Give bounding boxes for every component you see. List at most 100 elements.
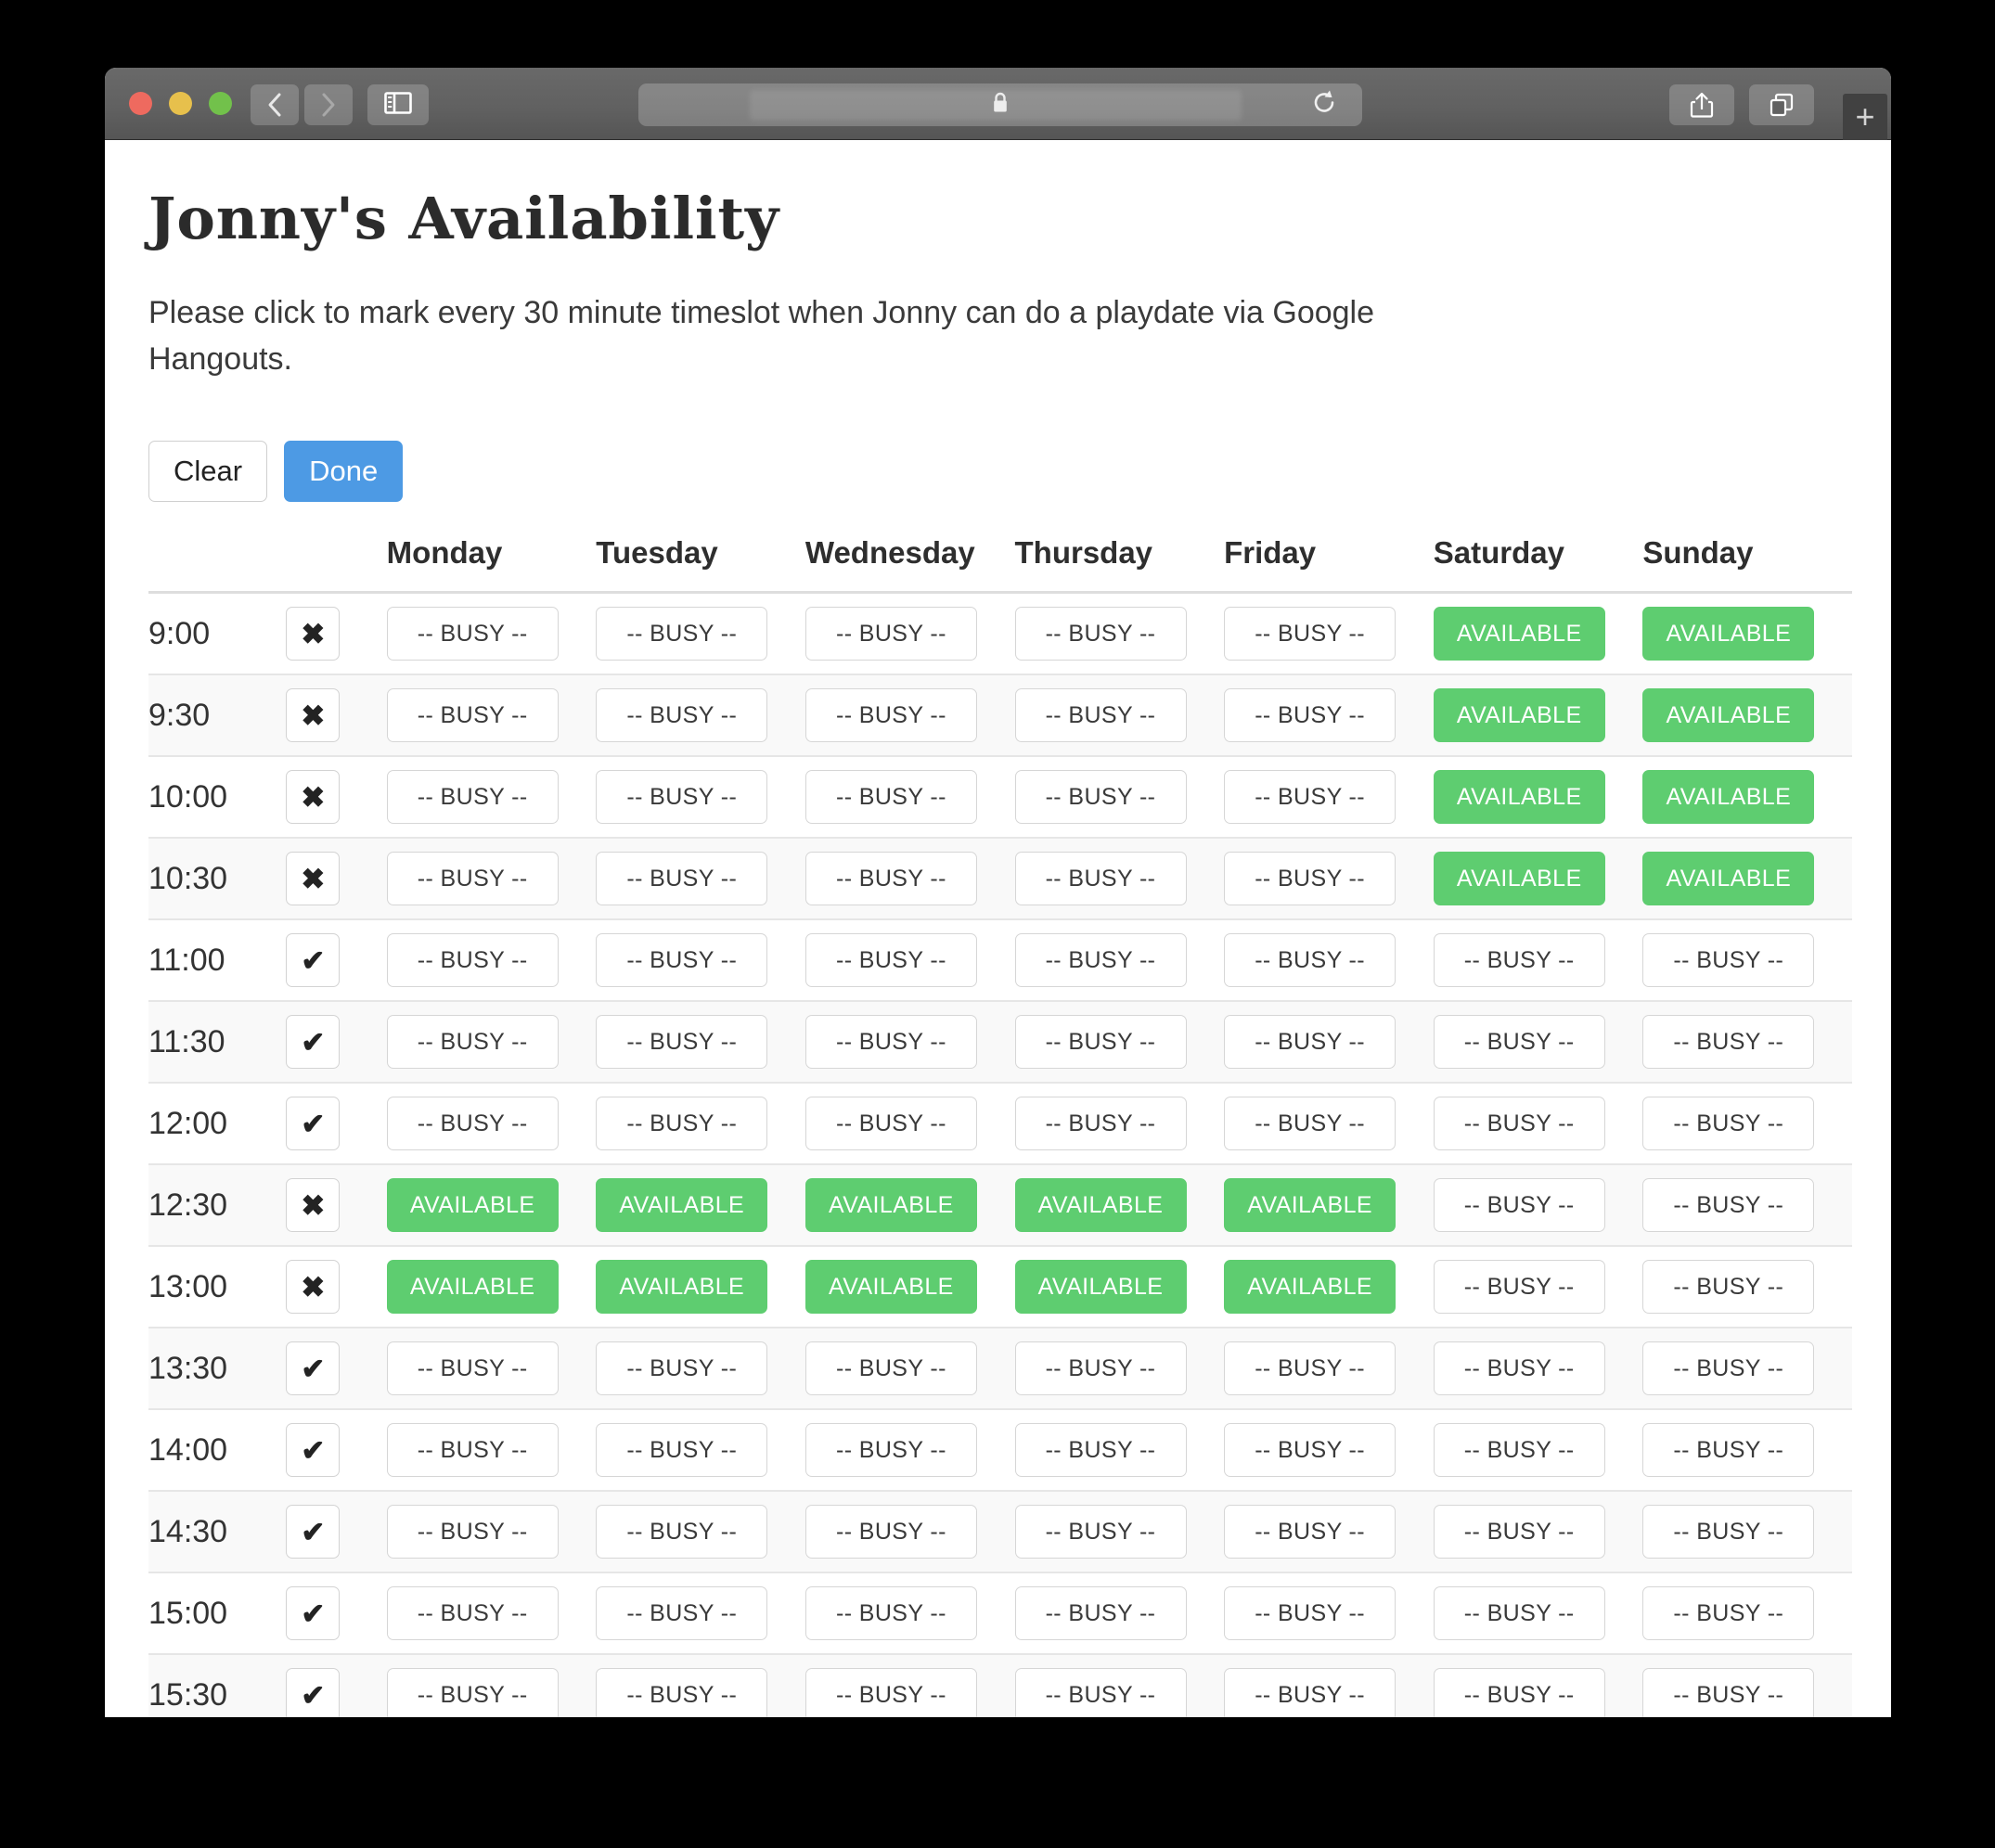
slot-monday-930-busy[interactable]: -- BUSY -- [387,688,559,742]
slot-thursday-1430-busy[interactable]: -- BUSY -- [1015,1505,1187,1559]
row-toggle-unchecked[interactable]: ✖ [286,852,340,905]
slot-tuesday-1400-busy[interactable]: -- BUSY -- [596,1423,767,1477]
slot-monday-1130-busy[interactable]: -- BUSY -- [387,1015,559,1069]
slot-tuesday-1000-busy[interactable]: -- BUSY -- [596,770,767,824]
slot-sunday-900-available[interactable]: AVAILABLE [1642,607,1814,661]
slot-thursday-1500-busy[interactable]: -- BUSY -- [1015,1586,1187,1640]
row-toggle-unchecked[interactable]: ✖ [286,688,340,742]
slot-friday-1230-available[interactable]: AVAILABLE [1224,1178,1396,1232]
slot-friday-1430-busy[interactable]: -- BUSY -- [1224,1505,1396,1559]
slot-monday-1530-busy[interactable]: -- BUSY -- [387,1668,559,1717]
slot-tuesday-1030-busy[interactable]: -- BUSY -- [596,852,767,905]
slot-sunday-1300-busy[interactable]: -- BUSY -- [1642,1260,1814,1314]
slot-monday-1300-available[interactable]: AVAILABLE [387,1260,559,1314]
slot-thursday-1530-busy[interactable]: -- BUSY -- [1015,1668,1187,1717]
slot-thursday-1200-busy[interactable]: -- BUSY -- [1015,1097,1187,1150]
slot-tuesday-900-busy[interactable]: -- BUSY -- [596,607,767,661]
slot-thursday-1000-busy[interactable]: -- BUSY -- [1015,770,1187,824]
slot-saturday-1230-busy[interactable]: -- BUSY -- [1434,1178,1605,1232]
slot-friday-1200-busy[interactable]: -- BUSY -- [1224,1097,1396,1150]
reload-icon[interactable] [1310,89,1338,122]
slot-sunday-1230-busy[interactable]: -- BUSY -- [1642,1178,1814,1232]
slot-tuesday-1100-busy[interactable]: -- BUSY -- [596,933,767,987]
sidebar-toggle-button[interactable] [367,84,429,125]
row-toggle-unchecked[interactable]: ✖ [286,1178,340,1232]
slot-friday-1130-busy[interactable]: -- BUSY -- [1224,1015,1396,1069]
slot-wednesday-1130-busy[interactable]: -- BUSY -- [805,1015,977,1069]
slot-sunday-1500-busy[interactable]: -- BUSY -- [1642,1586,1814,1640]
slot-saturday-900-available[interactable]: AVAILABLE [1434,607,1605,661]
slot-wednesday-1430-busy[interactable]: -- BUSY -- [805,1505,977,1559]
slot-friday-900-busy[interactable]: -- BUSY -- [1224,607,1396,661]
slot-saturday-1130-busy[interactable]: -- BUSY -- [1434,1015,1605,1069]
slot-tuesday-1430-busy[interactable]: -- BUSY -- [596,1505,767,1559]
close-window-button[interactable] [129,92,152,115]
slot-wednesday-1400-busy[interactable]: -- BUSY -- [805,1423,977,1477]
slot-tuesday-1200-busy[interactable]: -- BUSY -- [596,1097,767,1150]
slot-monday-900-busy[interactable]: -- BUSY -- [387,607,559,661]
slot-tuesday-1130-busy[interactable]: -- BUSY -- [596,1015,767,1069]
slot-thursday-930-busy[interactable]: -- BUSY -- [1015,688,1187,742]
back-button[interactable] [251,84,299,125]
new-tab-button[interactable]: + [1843,94,1887,140]
slot-wednesday-1000-busy[interactable]: -- BUSY -- [805,770,977,824]
slot-wednesday-1030-busy[interactable]: -- BUSY -- [805,852,977,905]
slot-tuesday-1330-busy[interactable]: -- BUSY -- [596,1341,767,1395]
slot-wednesday-1200-busy[interactable]: -- BUSY -- [805,1097,977,1150]
slot-wednesday-1100-busy[interactable]: -- BUSY -- [805,933,977,987]
slot-monday-1000-busy[interactable]: -- BUSY -- [387,770,559,824]
slot-saturday-1530-busy[interactable]: -- BUSY -- [1434,1668,1605,1717]
slot-monday-1230-available[interactable]: AVAILABLE [387,1178,559,1232]
slot-friday-1400-busy[interactable]: -- BUSY -- [1224,1423,1396,1477]
slot-sunday-1100-busy[interactable]: -- BUSY -- [1642,933,1814,987]
slot-thursday-1300-available[interactable]: AVAILABLE [1015,1260,1187,1314]
slot-friday-1030-busy[interactable]: -- BUSY -- [1224,852,1396,905]
slot-thursday-1230-available[interactable]: AVAILABLE [1015,1178,1187,1232]
slot-saturday-1000-available[interactable]: AVAILABLE [1434,770,1605,824]
slot-friday-930-busy[interactable]: -- BUSY -- [1224,688,1396,742]
slot-saturday-1300-busy[interactable]: -- BUSY -- [1434,1260,1605,1314]
row-toggle-checked[interactable]: ✔ [286,1097,340,1150]
row-toggle-checked[interactable]: ✔ [286,1423,340,1477]
slot-sunday-1400-busy[interactable]: -- BUSY -- [1642,1423,1814,1477]
slot-saturday-1200-busy[interactable]: -- BUSY -- [1434,1097,1605,1150]
row-toggle-checked[interactable]: ✔ [286,1668,340,1717]
slot-friday-1100-busy[interactable]: -- BUSY -- [1224,933,1396,987]
slot-tuesday-1230-available[interactable]: AVAILABLE [596,1178,767,1232]
slot-thursday-1030-busy[interactable]: -- BUSY -- [1015,852,1187,905]
slot-saturday-1100-busy[interactable]: -- BUSY -- [1434,933,1605,987]
done-button[interactable]: Done [284,441,403,503]
row-toggle-checked[interactable]: ✔ [286,1586,340,1640]
slot-wednesday-1300-available[interactable]: AVAILABLE [805,1260,977,1314]
tab-overview-button[interactable] [1749,84,1814,125]
slot-sunday-1430-busy[interactable]: -- BUSY -- [1642,1505,1814,1559]
row-toggle-unchecked[interactable]: ✖ [286,770,340,824]
row-toggle-checked[interactable]: ✔ [286,1505,340,1559]
row-toggle-checked[interactable]: ✔ [286,933,340,987]
slot-saturday-930-available[interactable]: AVAILABLE [1434,688,1605,742]
row-toggle-checked[interactable]: ✔ [286,1015,340,1069]
slot-tuesday-1300-available[interactable]: AVAILABLE [596,1260,767,1314]
slot-monday-1030-busy[interactable]: -- BUSY -- [387,852,559,905]
slot-friday-1330-busy[interactable]: -- BUSY -- [1224,1341,1396,1395]
slot-wednesday-1500-busy[interactable]: -- BUSY -- [805,1586,977,1640]
slot-wednesday-900-busy[interactable]: -- BUSY -- [805,607,977,661]
forward-button[interactable] [304,84,353,125]
slot-friday-1500-busy[interactable]: -- BUSY -- [1224,1586,1396,1640]
slot-friday-1300-available[interactable]: AVAILABLE [1224,1260,1396,1314]
slot-wednesday-1230-available[interactable]: AVAILABLE [805,1178,977,1232]
slot-friday-1000-busy[interactable]: -- BUSY -- [1224,770,1396,824]
row-toggle-checked[interactable]: ✔ [286,1341,340,1395]
slot-thursday-1330-busy[interactable]: -- BUSY -- [1015,1341,1187,1395]
slot-sunday-1130-busy[interactable]: -- BUSY -- [1642,1015,1814,1069]
slot-wednesday-1530-busy[interactable]: -- BUSY -- [805,1668,977,1717]
maximize-window-button[interactable] [209,92,232,115]
slot-wednesday-1330-busy[interactable]: -- BUSY -- [805,1341,977,1395]
slot-monday-1430-busy[interactable]: -- BUSY -- [387,1505,559,1559]
share-button[interactable] [1669,84,1734,125]
slot-monday-1100-busy[interactable]: -- BUSY -- [387,933,559,987]
slot-tuesday-1500-busy[interactable]: -- BUSY -- [596,1586,767,1640]
slot-saturday-1400-busy[interactable]: -- BUSY -- [1434,1423,1605,1477]
row-toggle-unchecked[interactable]: ✖ [286,607,340,661]
address-bar[interactable] [638,83,1362,126]
